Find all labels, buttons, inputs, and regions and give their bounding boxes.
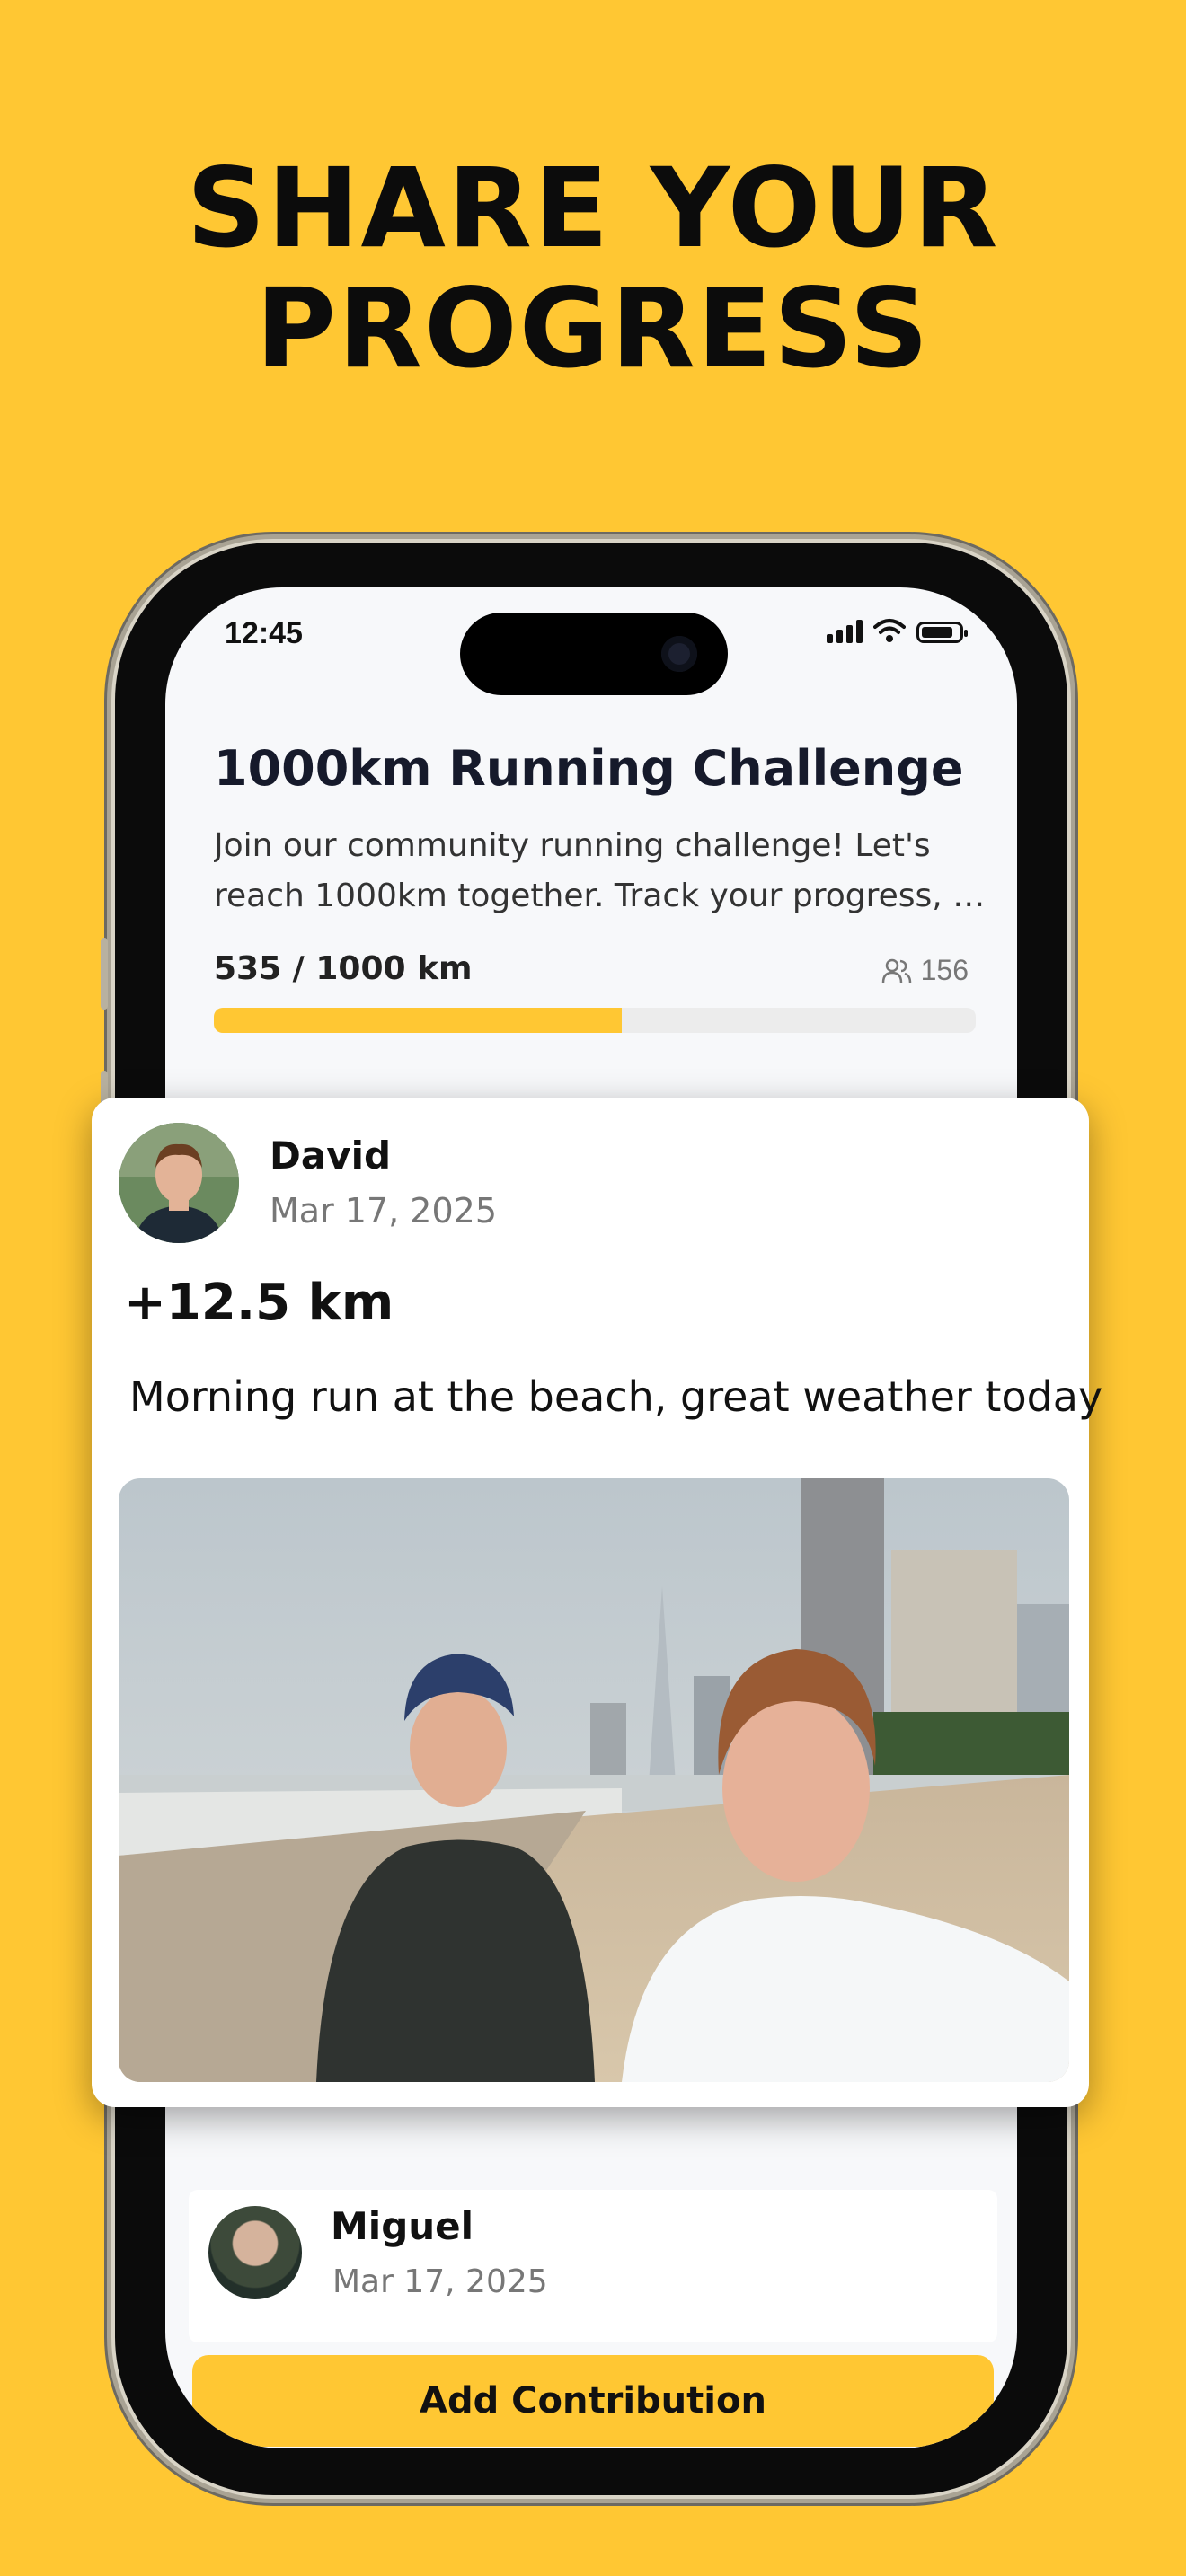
challenge-description-line-2: reach 1000km together. Track your progre… [214, 878, 987, 914]
headline-line-2: PROGRESS [255, 265, 931, 393]
status-time: 12:45 [225, 616, 303, 650]
dynamic-island [460, 613, 728, 695]
progress-label: 535 / 1000 km [214, 950, 473, 987]
avatar-image [119, 1123, 239, 1243]
status-icons [827, 618, 968, 643]
post-author: Miguel [331, 2204, 474, 2248]
challenge-description-line-1: Join our community running challenge! Le… [214, 827, 931, 864]
progress-bar-fill [214, 1008, 622, 1033]
challenge-description: Join our community running challenge! Le… [214, 821, 987, 922]
post-author: David [270, 1134, 392, 1178]
post-date: Mar 17, 2025 [270, 1191, 497, 1231]
post-date: Mar 17, 2025 [332, 2263, 548, 2300]
avatar [119, 1123, 239, 1243]
post-distance: +12.5 km [124, 1274, 394, 1332]
headline-line-1: SHARE YOUR [186, 145, 1000, 272]
battery-icon [916, 622, 968, 643]
progress-bar [214, 1008, 976, 1033]
beach-photo [119, 1478, 1069, 2082]
post-photo[interactable] [119, 1478, 1069, 2082]
phone-action-button [101, 938, 108, 1010]
headline: SHARE YOUR PROGRESS [0, 148, 1186, 389]
participants-count: 156 [881, 954, 969, 987]
camera-icon [661, 636, 697, 672]
cellular-signal-icon [827, 618, 863, 643]
featured-post-card[interactable]: David Mar 17, 2025 +12.5 km Morning run … [92, 1098, 1102, 2107]
post-card-miguel[interactable]: Miguel Mar 17, 2025 [189, 2190, 997, 2342]
add-contribution-button[interactable]: Add Contribution [192, 2355, 994, 2447]
participants-value: 156 [920, 954, 969, 986]
avatar [208, 2206, 302, 2299]
challenge-title: 1000km Running Challenge [214, 740, 964, 797]
wifi-icon [873, 619, 906, 642]
users-icon [881, 958, 911, 983]
post-caption: Morning run at the beach, great weather … [129, 1372, 1103, 1421]
